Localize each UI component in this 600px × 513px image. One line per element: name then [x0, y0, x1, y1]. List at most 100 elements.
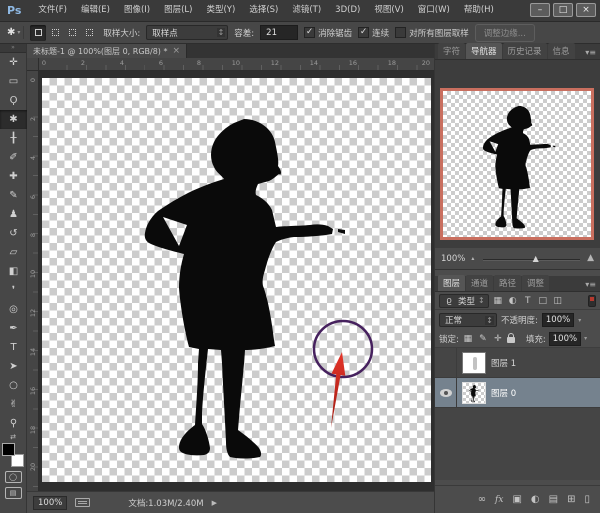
layer-filter-dropdown[interactable]: ϱ 类型 ↕ — [439, 294, 489, 308]
tab-info[interactable]: 信息 — [548, 43, 575, 59]
tab-paths[interactable]: 路径 — [494, 275, 521, 291]
lock-position-icon[interactable]: ✛ — [492, 334, 504, 344]
lock-pixels-icon[interactable]: ✎ — [477, 334, 489, 344]
tab-channels[interactable]: 通道 — [466, 275, 493, 291]
tab-history[interactable]: 历史记录 — [503, 43, 547, 59]
close-button[interactable]: × — [576, 3, 596, 17]
dodge-tool[interactable]: ◎ — [0, 300, 27, 319]
menu-type[interactable]: 类型(Y) — [199, 0, 242, 21]
chevron-down-icon[interactable]: ▾ — [584, 335, 587, 342]
magic-wand-tool[interactable]: ✱ — [0, 110, 27, 129]
foreground-color-swatch[interactable] — [2, 443, 15, 456]
filter-toggle-switch[interactable] — [588, 295, 596, 307]
menu-view[interactable]: 视图(V) — [367, 0, 410, 21]
history-brush-tool[interactable]: ↺ — [0, 224, 27, 243]
swap-colors-icon[interactable]: ⇄ — [0, 433, 26, 441]
blur-tool[interactable]: ❜ — [0, 281, 27, 300]
layer-thumbnail[interactable] — [462, 382, 486, 404]
clone-stamp-tool[interactable]: ♟ — [0, 205, 27, 224]
chevron-down-icon[interactable]: ▾ — [578, 317, 581, 324]
filter-shape-icon[interactable]: □ — [537, 296, 549, 306]
panel-menu-icon[interactable]: ▾≡ — [585, 280, 600, 291]
visibility-toggle[interactable] — [435, 348, 457, 378]
adjustment-layer-icon[interactable]: ◐ — [531, 494, 540, 505]
menu-filter[interactable]: 滤镜(T) — [285, 0, 328, 21]
type-tool[interactable]: T — [0, 338, 27, 357]
status-zoom-field[interactable]: 100% — [33, 496, 67, 510]
new-selection-button[interactable] — [30, 25, 46, 41]
refine-edge-button[interactable]: 调整边缘... — [475, 24, 535, 42]
spot-healing-tool[interactable]: ✚ — [0, 167, 27, 186]
hand-tool[interactable]: ✌ — [0, 395, 27, 414]
menu-select[interactable]: 选择(S) — [242, 0, 285, 21]
eyedropper-tool[interactable]: ✐ — [0, 148, 27, 167]
status-flyout-arrow-icon[interactable]: ▶ — [212, 499, 217, 507]
panel-menu-icon[interactable]: ▾≡ — [585, 48, 600, 59]
sample-size-dropdown[interactable]: 取样点 ↕ — [146, 25, 228, 40]
visibility-toggle[interactable] — [435, 378, 457, 408]
slider-thumb[interactable]: ▲ — [533, 254, 539, 263]
menu-3d[interactable]: 3D(D) — [328, 0, 367, 21]
filter-pixel-icon[interactable]: ▦ — [492, 296, 504, 306]
filter-type-icon[interactable]: T — [522, 296, 534, 306]
slider-track[interactable] — [483, 259, 580, 261]
sample-all-layers-option[interactable]: 对所有图层取样 — [395, 27, 469, 39]
move-tool[interactable]: ✛ — [0, 53, 27, 72]
marquee-tool[interactable]: ▭ — [0, 72, 27, 91]
menu-image[interactable]: 图像(I) — [117, 0, 157, 21]
document-canvas[interactable] — [42, 78, 431, 482]
layer-row-1[interactable]: 图层 1 — [435, 348, 600, 378]
lasso-tool[interactable]: Ϙ — [0, 91, 27, 110]
lock-transparent-icon[interactable]: ▦ — [462, 334, 474, 344]
sample-all-layers-checkbox[interactable] — [395, 27, 406, 38]
layer-name[interactable]: 图层 1 — [491, 357, 516, 369]
tools-panel-header[interactable]: » — [0, 44, 26, 53]
navigator-zoom-field[interactable]: 100% — [441, 254, 465, 264]
tab-layers[interactable]: 图层 — [438, 275, 465, 291]
tab-adjustments[interactable]: 调整 — [522, 275, 549, 291]
link-layers-icon[interactable]: ∞ — [478, 494, 486, 505]
close-document-icon[interactable]: × — [172, 46, 180, 56]
path-select-tool[interactable]: ➤ — [0, 357, 27, 376]
quick-mask-button[interactable]: ◯ — [5, 471, 22, 483]
crop-tool[interactable]: ╂ — [0, 129, 27, 148]
zoom-tool[interactable]: ⚲ — [0, 414, 27, 433]
pen-tool[interactable]: ✒ — [0, 319, 27, 338]
menu-layer[interactable]: 图层(L) — [157, 0, 199, 21]
layer-style-icon[interactable]: fx — [495, 495, 503, 505]
document-tab[interactable]: 未标题-1 @ 100%(图层 0, RGB/8) * × — [27, 44, 187, 58]
anti-alias-option[interactable]: ✓ 消除锯齿 — [304, 27, 352, 39]
menu-edit[interactable]: 编辑(E) — [74, 0, 117, 21]
eraser-tool[interactable]: ▱ — [0, 243, 27, 262]
zoom-out-icon[interactable]: ▴ — [471, 255, 474, 262]
menu-file[interactable]: 文件(F) — [31, 0, 74, 21]
layer-thumbnail[interactable] — [462, 352, 486, 374]
screen-mode-button[interactable]: ▤ — [5, 487, 22, 499]
gradient-tool[interactable]: ◧ — [0, 262, 27, 281]
new-group-icon[interactable]: ▤ — [549, 494, 558, 505]
zoom-in-icon[interactable]: ▲ — [587, 253, 594, 263]
fill-field[interactable]: 100% — [549, 332, 581, 346]
blend-mode-dropdown[interactable]: 正常 ↕ — [439, 313, 497, 327]
filter-adjustment-icon[interactable]: ◐ — [507, 296, 519, 306]
shape-tool[interactable]: ○ — [0, 376, 27, 395]
intersect-selection-button[interactable] — [81, 25, 97, 41]
layer-name[interactable]: 图层 0 — [491, 387, 516, 399]
tab-character[interactable]: 字符 — [438, 43, 465, 59]
contiguous-option[interactable]: ✓ 连续 — [358, 27, 389, 39]
delete-layer-icon[interactable]: ▯ — [584, 494, 590, 505]
contiguous-checkbox[interactable]: ✓ — [358, 27, 369, 38]
tab-navigator[interactable]: 导航器 — [466, 43, 502, 59]
brush-tool[interactable]: ✎ — [0, 186, 27, 205]
new-layer-icon[interactable]: ⊞ — [567, 494, 575, 505]
maximize-button[interactable]: □ — [553, 3, 573, 17]
layer-mask-icon[interactable]: ▣ — [512, 494, 521, 505]
filter-smart-object-icon[interactable]: ◫ — [552, 296, 564, 306]
anti-alias-checkbox[interactable]: ✓ — [304, 27, 315, 38]
lock-all-icon[interactable] — [507, 337, 515, 343]
add-selection-button[interactable] — [47, 25, 63, 41]
menu-help[interactable]: 帮助(H) — [457, 0, 501, 21]
menu-window[interactable]: 窗口(W) — [411, 0, 457, 21]
opacity-field[interactable]: 100% — [542, 313, 574, 327]
layer-row-0[interactable]: 图层 0 — [435, 378, 600, 408]
